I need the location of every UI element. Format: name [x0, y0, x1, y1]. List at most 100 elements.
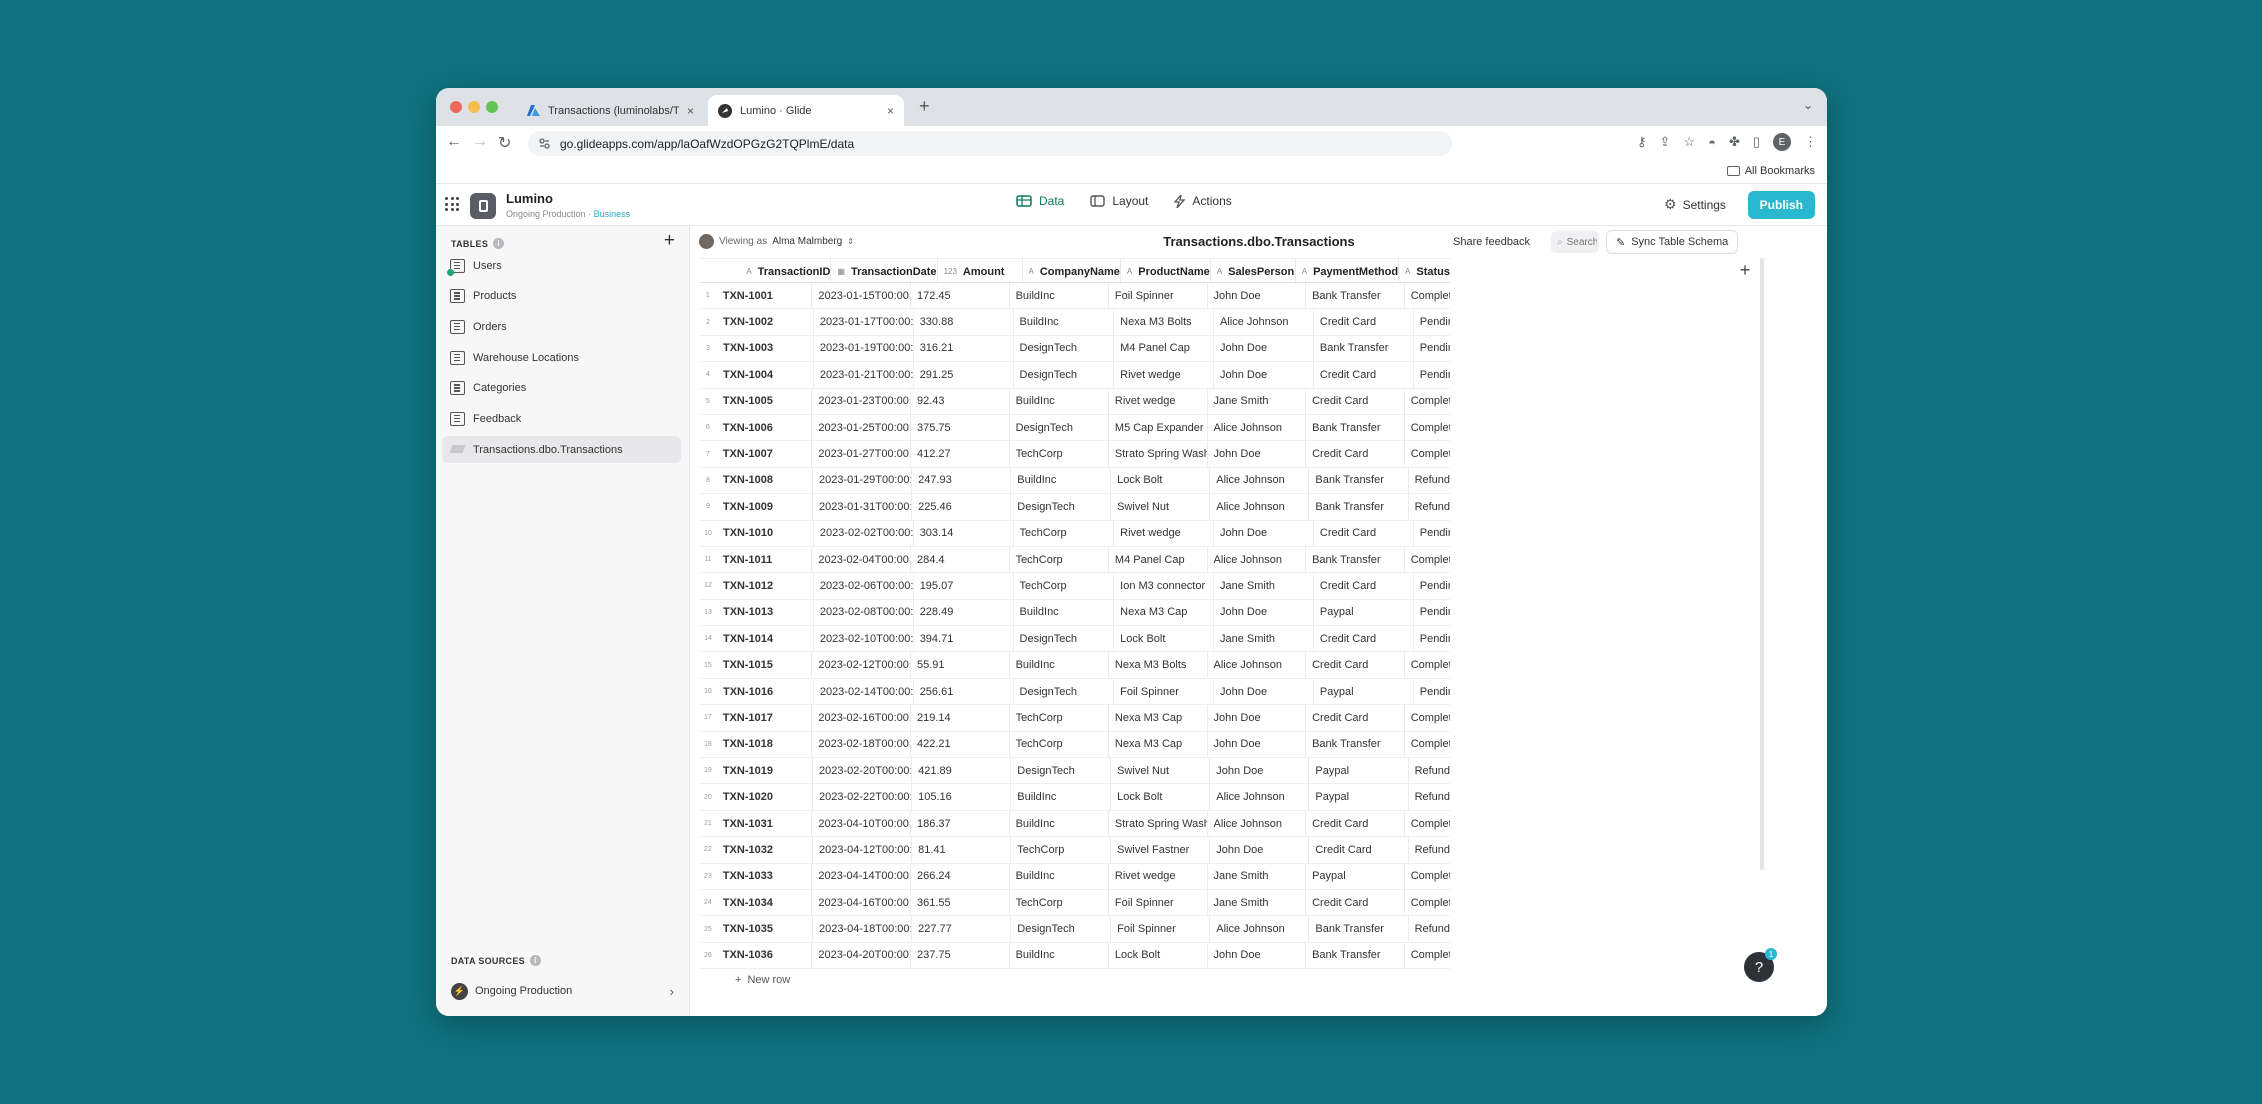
- table-cell[interactable]: TechCorp: [1008, 441, 1108, 467]
- table-cell[interactable]: Ion M3 connector: [1113, 573, 1213, 599]
- table-cell[interactable]: 422.21: [909, 731, 1009, 758]
- table-cell[interactable]: Completed: [1403, 414, 1450, 441]
- table-cell[interactable]: Bank Transfer: [1308, 916, 1407, 942]
- table-cell[interactable]: 2023-02-04T00:00:00Z: [811, 546, 910, 573]
- tab-layout[interactable]: Layout: [1090, 194, 1148, 208]
- table-cell[interactable]: DesignTech: [1010, 758, 1110, 784]
- table-cell[interactable]: TechCorp: [1012, 573, 1114, 599]
- table-cell[interactable]: Nexa M3 Bolts: [1113, 309, 1213, 335]
- table-cell[interactable]: 237.75: [909, 942, 1009, 969]
- table-cell[interactable]: John Doe: [1206, 705, 1306, 731]
- table-cell[interactable]: John Doe: [1213, 520, 1313, 546]
- table-cell[interactable]: Jane Smith: [1213, 626, 1313, 652]
- table-cell[interactable]: Paypal: [1305, 863, 1404, 889]
- table-cell[interactable]: Credit Card: [1305, 388, 1404, 414]
- table-cell[interactable]: Foil Spinner: [1110, 916, 1209, 942]
- column-header[interactable]: A TransactionID: [716, 259, 830, 284]
- maximize-window-button[interactable]: [486, 101, 498, 113]
- table-cell[interactable]: DesignTech: [1012, 626, 1114, 652]
- table-cell[interactable]: TXN-1014: [717, 626, 813, 651]
- table-cell[interactable]: Completed: [1403, 652, 1450, 678]
- table-cell[interactable]: Jane Smith: [1213, 573, 1313, 599]
- sidebar-item-users[interactable]: Users: [442, 252, 681, 279]
- table-cell[interactable]: 186.37: [909, 810, 1009, 837]
- table-cell[interactable]: Swivel Nut: [1110, 494, 1209, 520]
- table-cell[interactable]: Credit Card: [1305, 441, 1404, 467]
- table-cell[interactable]: Paypal: [1312, 678, 1413, 705]
- star-icon[interactable]: ☆: [1683, 134, 1695, 150]
- table-cell[interactable]: Credit Card: [1312, 309, 1413, 335]
- sidebar-item-products[interactable]: Products: [442, 283, 681, 310]
- table-cell[interactable]: Completed: [1403, 441, 1450, 467]
- publish-button[interactable]: Publish: [1747, 191, 1815, 219]
- table-cell[interactable]: Completed: [1403, 546, 1450, 573]
- table-cell[interactable]: Credit Card: [1312, 362, 1413, 388]
- table-cell[interactable]: Nexa M3 Cap: [1107, 731, 1207, 758]
- table-row[interactable]: 11 TXN-10112023-02-04T00:00:00Z284.4TechC…: [699, 546, 1450, 574]
- table-cell[interactable]: 2023-02-14T00:00:00Z: [812, 678, 913, 705]
- table-cell[interactable]: Pending: [1412, 678, 1450, 705]
- table-row[interactable]: 20 TXN-10202023-02-22T00:00:00Z105.16Buil…: [699, 784, 1450, 811]
- table-cell[interactable]: TXN-1033: [717, 864, 812, 889]
- table-cell[interactable]: TXN-1020: [717, 784, 812, 809]
- table-cell[interactable]: 316.21: [912, 335, 1013, 362]
- table-cell[interactable]: 2023-01-21T00:00:00Z: [812, 362, 913, 388]
- table-cell[interactable]: Paypal: [1308, 784, 1407, 810]
- table-cell[interactable]: M4 Panel Cap: [1107, 546, 1207, 573]
- table-cell[interactable]: TXN-1004: [717, 362, 813, 387]
- table-cell[interactable]: 227.77: [911, 916, 1010, 942]
- table-cell[interactable]: TXN-1007: [717, 441, 812, 466]
- table-cell[interactable]: Jane Smith: [1206, 889, 1306, 916]
- table-cell[interactable]: 2023-02-20T00:00:00Z: [811, 758, 911, 784]
- table-cell[interactable]: BuildInc: [1010, 784, 1110, 810]
- table-cell[interactable]: Refunded: [1407, 494, 1450, 520]
- table-cell[interactable]: Lock Bolt: [1107, 942, 1207, 969]
- table-cell[interactable]: Paypal: [1308, 758, 1407, 784]
- settings-button[interactable]: ⚙ Settings: [1664, 196, 1726, 213]
- table-cell[interactable]: 2023-01-17T00:00:00Z: [812, 309, 913, 335]
- table-cell[interactable]: DesignTech: [1010, 916, 1110, 942]
- table-cell[interactable]: Foil Spinner: [1107, 889, 1207, 916]
- table-cell[interactable]: Credit Card: [1312, 626, 1413, 652]
- table-cell[interactable]: Jane Smith: [1206, 863, 1306, 889]
- table-cell[interactable]: Pending: [1412, 335, 1450, 362]
- table-cell[interactable]: Alice Johnson: [1209, 494, 1308, 520]
- table-cell[interactable]: Pending: [1412, 573, 1450, 599]
- table-cell[interactable]: Swivel Fastner: [1110, 837, 1209, 863]
- table-cell[interactable]: Alice Johnson: [1206, 810, 1306, 837]
- column-header[interactable]: ▦ TransactionDate: [830, 259, 937, 284]
- table-cell[interactable]: TXN-1016: [717, 679, 813, 704]
- viewing-as-selector[interactable]: Viewing as Alma Malmberg ⇕: [699, 234, 854, 249]
- table-cell[interactable]: BuildInc: [1008, 863, 1108, 889]
- info-icon[interactable]: i: [493, 238, 505, 249]
- table-cell[interactable]: TXN-1012: [717, 573, 813, 598]
- close-tab-icon[interactable]: ×: [887, 104, 894, 118]
- table-cell[interactable]: BuildInc: [1008, 942, 1108, 969]
- table-cell[interactable]: TXN-1013: [717, 600, 813, 625]
- table-cell[interactable]: Completed: [1403, 731, 1450, 758]
- table-cell[interactable]: Credit Card: [1308, 837, 1407, 863]
- table-cell[interactable]: TXN-1001: [717, 283, 812, 308]
- search-field[interactable]: ⌕: [1551, 231, 1599, 253]
- table-cell[interactable]: Refunded: [1407, 467, 1450, 494]
- table-cell[interactable]: Strato Spring Washer: [1107, 810, 1207, 837]
- column-header[interactable]: A PaymentMethod: [1294, 259, 1398, 284]
- table-cell[interactable]: Completed: [1403, 388, 1450, 414]
- table-cell[interactable]: TXN-1010: [717, 521, 813, 546]
- table-cell[interactable]: 81.41: [911, 837, 1010, 863]
- table-cell[interactable]: 228.49: [912, 599, 1013, 626]
- table-cell[interactable]: John Doe: [1213, 599, 1313, 626]
- extension-icon[interactable]: ◓: [1708, 135, 1716, 150]
- table-cell[interactable]: Lock Bolt: [1110, 467, 1209, 494]
- table-row[interactable]: 8 TXN-10082023-01-29T00:00:00Z247.93Build…: [699, 467, 1450, 495]
- column-header[interactable]: A SalesPerson: [1209, 259, 1295, 284]
- table-cell[interactable]: BuildInc: [1010, 467, 1110, 494]
- sidebar-item-feedback[interactable]: Feedback: [442, 405, 681, 432]
- table-cell[interactable]: Jane Smith: [1206, 388, 1306, 414]
- table-cell[interactable]: 330.88: [912, 309, 1013, 335]
- share-feedback-link[interactable]: Share feedback: [1453, 236, 1530, 248]
- table-cell[interactable]: Refunded: [1407, 758, 1450, 784]
- add-column-icon[interactable]: +: [1734, 259, 1756, 281]
- share-icon[interactable]: ⇪: [1660, 134, 1671, 150]
- close-window-button[interactable]: [450, 101, 462, 113]
